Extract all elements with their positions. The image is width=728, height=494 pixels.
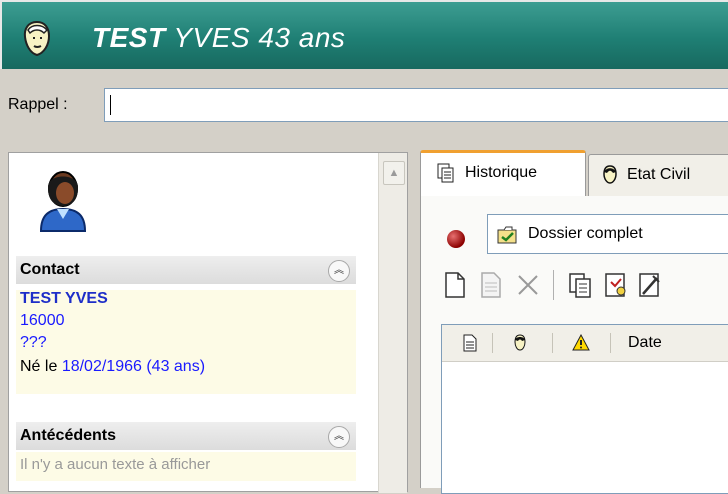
antecedents-empty-text: Il n'y a aucun texte à afficher xyxy=(20,456,211,473)
contact-birth-line: Né le 18/02/1966 (43 ans) xyxy=(20,358,205,376)
tab-etat-civil[interactable]: Etat Civil xyxy=(588,154,728,196)
contact-name[interactable]: TEST YVES xyxy=(20,290,108,308)
toolbar-separator xyxy=(553,270,554,300)
doc-column-icon[interactable] xyxy=(462,334,478,352)
dossier-selector-value: Dossier complet xyxy=(528,225,643,242)
tab-historique-label: Historique xyxy=(465,164,538,181)
birth-date[interactable]: 18/02/1966 (43 ans) xyxy=(62,358,205,375)
date-column-header[interactable]: Date xyxy=(628,325,662,361)
civil-status-icon xyxy=(603,165,617,184)
collapse-antecedents-button[interactable]: ︽ xyxy=(328,426,350,448)
antecedents-section-body: Il n'y a aucun texte à afficher xyxy=(16,452,356,481)
historique-tab-content: Dossier complet Date xyxy=(420,196,728,494)
window-title: TEST YVES 43 ans xyxy=(92,22,345,54)
title-bar: TEST YVES 43 ans xyxy=(0,0,728,69)
left-panel-scrollbar[interactable]: ▲ xyxy=(378,153,407,493)
tab-etat-civil-label: Etat Civil xyxy=(627,166,691,183)
contact-section-header: Contact ︽ xyxy=(16,256,356,284)
column-separator xyxy=(610,333,611,353)
rappel-input[interactable] xyxy=(104,88,728,122)
warning-column-icon[interactable] xyxy=(572,334,590,352)
contact-city[interactable]: ??? xyxy=(20,334,47,352)
column-separator xyxy=(492,333,493,353)
history-panel: Historique Etat Civil Dossier complet Da… xyxy=(416,148,728,494)
title-bold-part: TEST xyxy=(92,22,166,53)
contact-header-label: Contact xyxy=(20,261,80,278)
delete-icon[interactable] xyxy=(513,270,543,300)
antecedents-section-header: Antécédents ︽ xyxy=(16,422,356,450)
contact-postal-code[interactable]: 16000 xyxy=(20,312,65,330)
dossier-selector[interactable]: Dossier complet xyxy=(487,214,728,254)
person-column-icon[interactable] xyxy=(512,334,528,352)
folder-check-icon xyxy=(497,226,517,244)
scroll-up-button[interactable]: ▲ xyxy=(383,161,405,185)
column-separator xyxy=(552,333,553,353)
patient-head-icon xyxy=(23,20,51,57)
title-rest-part: YVES 43 ans xyxy=(173,22,346,53)
rappel-row: Rappel : xyxy=(0,80,728,136)
text-caret xyxy=(110,95,111,115)
history-list-header: Date xyxy=(442,325,728,362)
history-icon xyxy=(437,163,454,183)
copy-icon[interactable] xyxy=(565,270,595,300)
rappel-label: Rappel : xyxy=(8,96,68,113)
status-indicator xyxy=(447,230,465,248)
new-document-icon[interactable] xyxy=(439,270,469,300)
edit-template-icon[interactable] xyxy=(635,270,665,300)
contact-section-body: TEST YVES 16000 ??? Né le 18/02/1966 (43… xyxy=(16,290,356,394)
history-list[interactable]: Date xyxy=(441,324,728,494)
template-icon[interactable] xyxy=(601,270,631,300)
history-toolbar xyxy=(439,266,728,304)
antecedents-header-label: Antécédents xyxy=(20,427,117,444)
collapse-contact-button[interactable]: ︽ xyxy=(328,260,350,282)
tab-historique[interactable]: Historique xyxy=(420,150,586,196)
birth-prefix: Né le xyxy=(20,358,58,375)
document-icon[interactable] xyxy=(475,270,505,300)
patient-avatar-icon xyxy=(39,171,87,232)
